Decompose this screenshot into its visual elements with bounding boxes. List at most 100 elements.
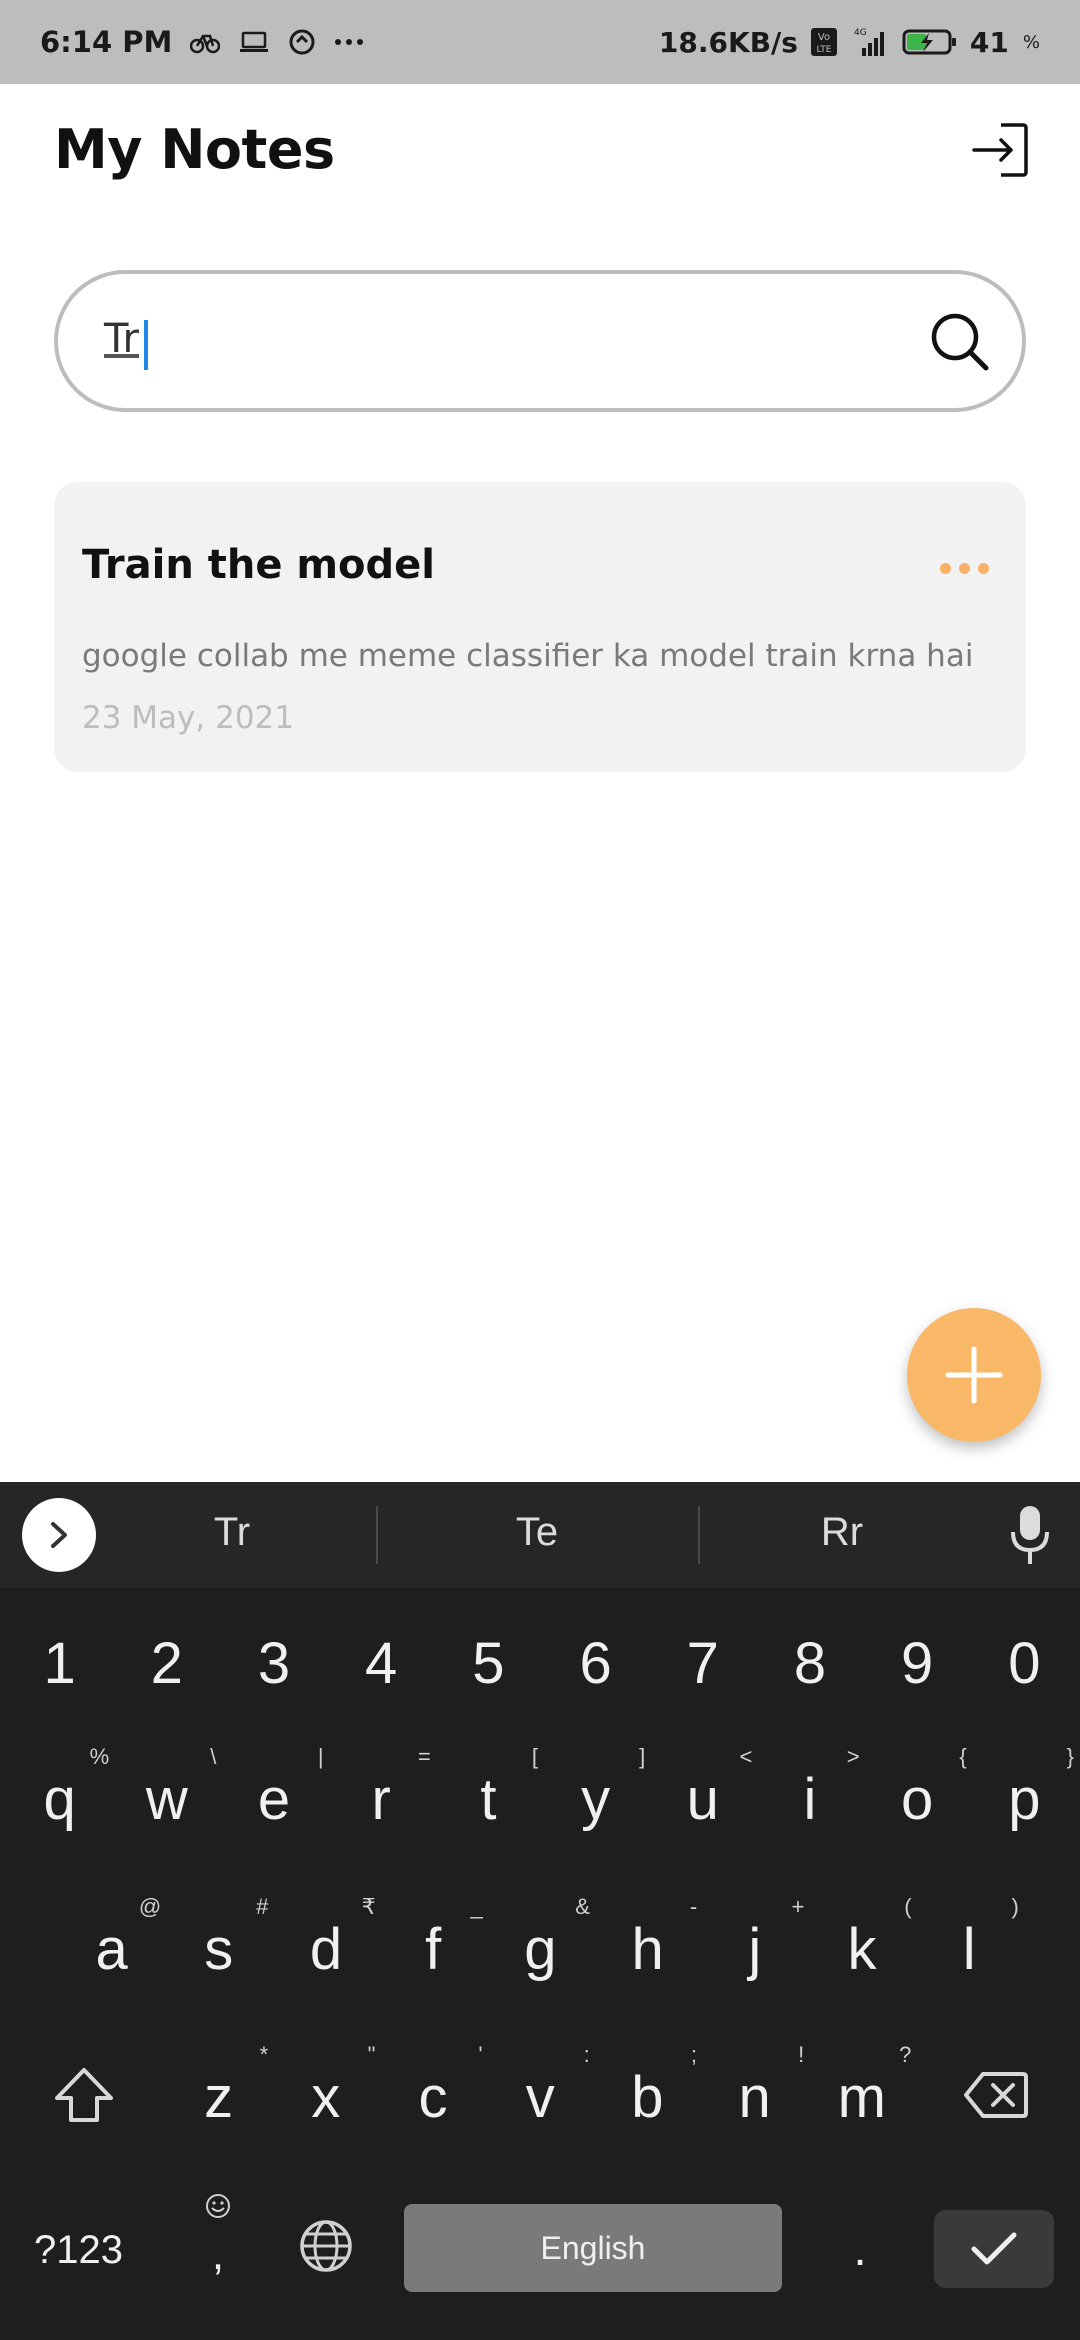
page-title: My Notes <box>54 118 335 181</box>
key-4[interactable]: 4 <box>328 1622 435 1712</box>
key-r[interactable]: = r <box>328 1744 435 1834</box>
more-dot <box>959 562 970 574</box>
expand-toolbar-button[interactable] <box>22 1498 96 1572</box>
key-label: g <box>524 1917 557 1982</box>
key-label: a <box>95 1917 128 1982</box>
key-label: m <box>837 2065 886 2130</box>
key-label: n <box>738 2065 771 2130</box>
logout-button[interactable] <box>968 118 1032 182</box>
key-label: 0 <box>1008 1631 1041 1696</box>
key-p[interactable]: } p <box>971 1744 1078 1834</box>
chevron-right-icon <box>51 1522 67 1548</box>
add-note-button[interactable] <box>907 1308 1041 1442</box>
key-n[interactable]: ! n <box>701 2042 808 2132</box>
search-icon[interactable] <box>928 310 992 374</box>
volte-icon: Vo LTE <box>810 27 838 57</box>
svg-text:LTE: LTE <box>816 45 831 55</box>
key-label: s <box>204 1917 234 1982</box>
search-input[interactable]: Tr <box>104 316 139 362</box>
key-d[interactable]: ₹ d <box>272 1894 379 1984</box>
key-k[interactable]: (k <box>808 1894 915 1984</box>
backspace-key[interactable] <box>960 2070 1032 2130</box>
shift-key[interactable] <box>48 2066 120 2138</box>
key-y[interactable]: ] y <box>542 1744 649 1834</box>
shift-icon <box>55 2068 113 2122</box>
key-label: q <box>43 1767 76 1832</box>
key-1[interactable]: 1 <box>6 1622 113 1712</box>
signal-icon: 4G <box>850 26 890 58</box>
search-bar[interactable]: Tr <box>54 270 1026 412</box>
enter-key[interactable] <box>934 2210 1054 2288</box>
key-u[interactable]: < u <box>649 1744 756 1834</box>
key-t[interactable]: [t <box>435 1744 542 1834</box>
note-date: 23 May, 2021 <box>82 700 294 736</box>
text-caret <box>144 320 148 370</box>
battery-level: 41 <box>969 25 1009 59</box>
key-9[interactable]: 9 <box>864 1622 971 1712</box>
key-label: o <box>901 1767 934 1832</box>
status-bar-right: 18.6KB/s Vo LTE 4G 41% <box>659 26 1040 59</box>
status-bar: 6:14 PM 18.6KB/s Vo LTE 4G 41% <box>0 0 1080 84</box>
key-h[interactable]: -h <box>594 1894 701 1984</box>
key-l[interactable]: ) l <box>916 1894 1023 1984</box>
key-label: 2 <box>150 1631 183 1696</box>
key-label: 6 <box>579 1631 612 1696</box>
key-label: x <box>311 2065 341 2130</box>
svg-text:4G: 4G <box>854 28 867 38</box>
key-7[interactable]: 7 <box>649 1622 756 1712</box>
key-j[interactable]: + j <box>701 1894 808 1984</box>
key-6[interactable]: 6 <box>542 1622 649 1712</box>
key-q[interactable]: % q <box>6 1744 113 1834</box>
key-w[interactable]: \ w <box>113 1744 220 1834</box>
comma-label: , <box>211 2230 225 2279</box>
key-label: e <box>257 1767 291 1832</box>
key-z[interactable]: * z <box>165 2042 272 2132</box>
note-card[interactable]: Train the model google collab me meme cl… <box>54 482 1026 772</box>
keyboard: Tr Te Rr 1 2 3 4 5 6 7 8 9 0 % q \ w | e = r[t] y < u > i{o} p… <box>0 1482 1080 2340</box>
status-time: 6:14 PM <box>40 25 173 59</box>
suggestion-2[interactable]: Te <box>437 1510 637 1555</box>
microphone-icon[interactable] <box>1010 1504 1050 1566</box>
key-0[interactable]: 0 <box>971 1622 1078 1712</box>
key-2[interactable]: 2 <box>113 1622 220 1712</box>
symbols-key[interactable]: ?123 <box>34 2228 123 2273</box>
key-label: b <box>631 2065 664 2130</box>
note-body: google collab me meme classifier ka mode… <box>82 638 974 674</box>
key-label: f <box>425 1917 442 1982</box>
key-e[interactable]: | e <box>220 1744 327 1834</box>
key-f[interactable]: _ f <box>380 1894 487 1984</box>
plus-icon <box>945 1346 1003 1404</box>
key-s[interactable]: # s <box>165 1894 272 1984</box>
key-label: w <box>145 1767 188 1832</box>
period-key[interactable]: . <box>840 2222 880 2282</box>
note-more-button[interactable] <box>940 558 1000 578</box>
key-label: y <box>581 1767 611 1832</box>
key-label: z <box>204 2065 234 2130</box>
key-i[interactable]: > i <box>756 1744 863 1834</box>
key-label: 8 <box>793 1631 827 1696</box>
key-g[interactable]: & g <box>487 1894 594 1984</box>
language-key[interactable] <box>296 2218 356 2278</box>
space-key[interactable]: English <box>404 2204 782 2292</box>
key-5[interactable]: 5 <box>435 1622 542 1712</box>
key-m[interactable]: ? m <box>808 2042 915 2132</box>
key-b[interactable]: ; b <box>594 2042 701 2132</box>
key-x[interactable]: " x <box>272 2042 379 2132</box>
comma-key[interactable]: , <box>196 2190 240 2300</box>
suggestion-1[interactable]: Tr <box>132 1510 332 1555</box>
period-label: . <box>853 2223 867 2276</box>
logout-icon <box>972 123 1028 177</box>
battery-unit: % <box>1022 31 1040 53</box>
key-v[interactable]: :v <box>487 2042 594 2132</box>
suggestion-divider <box>698 1506 700 1564</box>
key-label: c <box>418 2065 448 2130</box>
key-8[interactable]: 8 <box>756 1622 863 1712</box>
key-o[interactable]: {o <box>864 1744 971 1834</box>
globe-icon <box>300 2220 352 2272</box>
key-a[interactable]: @ a <box>58 1894 165 1984</box>
key-3[interactable]: 3 <box>220 1622 327 1712</box>
key-c[interactable]: ' c <box>379 2042 486 2132</box>
svg-text:Vo: Vo <box>818 32 830 43</box>
suggestion-3[interactable]: Rr <box>742 1510 942 1555</box>
key-label: v <box>525 2065 555 2130</box>
